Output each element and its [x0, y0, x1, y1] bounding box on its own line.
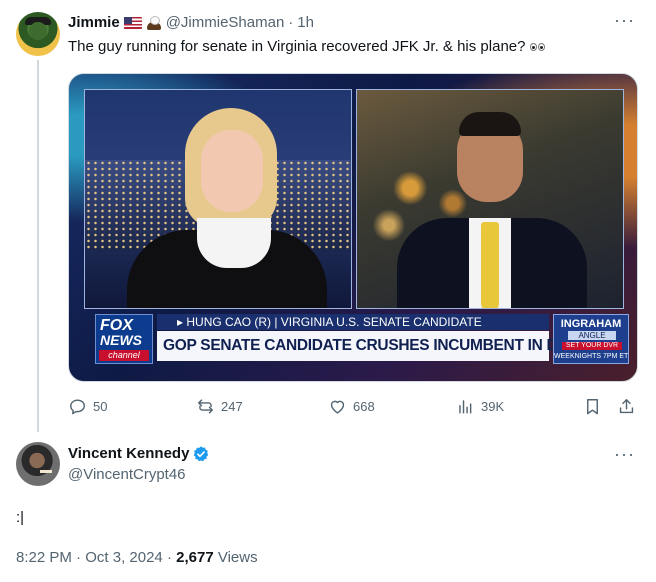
share-button[interactable] [617, 394, 636, 418]
show-logo-title: INGRAHAM [560, 318, 622, 330]
tweet-action-bar: 50 247 668 39K [68, 394, 638, 418]
tweet-header: Jimmie @JimmieShaman · 1h [68, 13, 314, 33]
network-logo-line2: NEWS [100, 332, 142, 348]
avatar-face [29, 22, 47, 40]
tweet-reply: Vincent Kennedy @VincentCrypt46 ··· :| 8… [0, 432, 656, 582]
reply-icon [70, 398, 85, 414]
analytics-icon [459, 399, 472, 414]
heart-icon [330, 400, 345, 414]
meta-separator: · [76, 549, 82, 566]
video-panel-host [84, 89, 352, 309]
header-separator: · [288, 14, 294, 31]
chyron-headline: GOP SENATE CANDIDATE CRUSHES INCUMBENT I… [157, 331, 608, 361]
author-name-row: Vincent Kennedy [68, 444, 210, 464]
bookmark-icon [587, 398, 598, 414]
repost-button[interactable]: 247 [196, 394, 243, 418]
show-logo: INGRAHAM ANGLE SET YOUR DVR WEEKNIGHTS 7… [553, 314, 629, 364]
tweet-original: Jimmie @JimmieShaman · 1h ··· The guy ru… [0, 0, 656, 432]
like-button[interactable]: 668 [328, 394, 375, 418]
tweet-text-content: The guy running for senate in Virginia r… [68, 38, 526, 55]
tweet-date[interactable]: Oct 3, 2024 [85, 549, 163, 566]
video-panel-guest [356, 89, 624, 309]
show-logo-subtitle: ANGLE [568, 331, 616, 340]
views-count: 39K [481, 398, 505, 414]
thread-connector-line [37, 60, 39, 432]
reply-button[interactable]: 50 [68, 394, 107, 418]
host-collar [197, 218, 271, 268]
more-options-icon[interactable]: ··· [614, 10, 635, 31]
avatar[interactable] [16, 12, 60, 56]
news-lower-third: FOX NEWS channel ▸ HUNG CAO (R) | VIRGIN… [95, 312, 629, 368]
author-name[interactable]: Jimmie [68, 13, 120, 33]
us-flag-icon [123, 17, 142, 29]
chyron-nameplate: ▸ HUNG CAO (R) | VIRGINIA U.S. SENATE CA… [157, 314, 549, 330]
avatar-detail [40, 470, 52, 473]
repost-count: 247 [221, 398, 243, 414]
view-label: Views [217, 549, 258, 566]
reply-count: 50 [93, 398, 108, 414]
view-count: 2,677 [176, 549, 214, 566]
verified-badge-icon [194, 446, 209, 462]
network-logo-line3: channel [99, 350, 149, 361]
like-count: 668 [353, 398, 375, 414]
bookmark-button[interactable] [583, 394, 602, 418]
tweet-timestamp[interactable]: 1h [297, 13, 314, 33]
guest-hair [459, 112, 521, 136]
network-logo: FOX NEWS channel [95, 314, 153, 364]
avatar[interactable] [16, 442, 60, 486]
author-name[interactable]: Vincent Kennedy [68, 444, 189, 464]
repost-icon [198, 398, 213, 414]
author-handle[interactable]: @JimmieShaman [166, 13, 285, 33]
tweet-meta: 8:22 PM · Oct 3, 2024 · 2,677 Views [16, 548, 258, 568]
eagle-icon [146, 16, 162, 30]
eyes-icon [530, 37, 546, 57]
author-handle[interactable]: @VincentCrypt46 [68, 465, 186, 485]
views-button[interactable]: 39K [456, 394, 504, 418]
show-logo-dvr: SET YOUR DVR [562, 342, 622, 350]
tweet-media-image[interactable]: FOX NEWS channel ▸ HUNG CAO (R) | VIRGIN… [68, 73, 638, 382]
show-logo-schedule: WEEKNIGHTS 7PM ET [554, 353, 629, 360]
meta-separator-2: · [166, 549, 172, 566]
host-face [201, 130, 263, 212]
tweet-text: :| [16, 509, 25, 526]
more-options-icon[interactable]: ··· [614, 444, 635, 465]
tweet-time[interactable]: 8:22 PM [16, 549, 72, 566]
guest-tie [481, 222, 499, 308]
share-icon [619, 398, 634, 413]
tweet-text: The guy running for senate in Virginia r… [68, 37, 546, 57]
